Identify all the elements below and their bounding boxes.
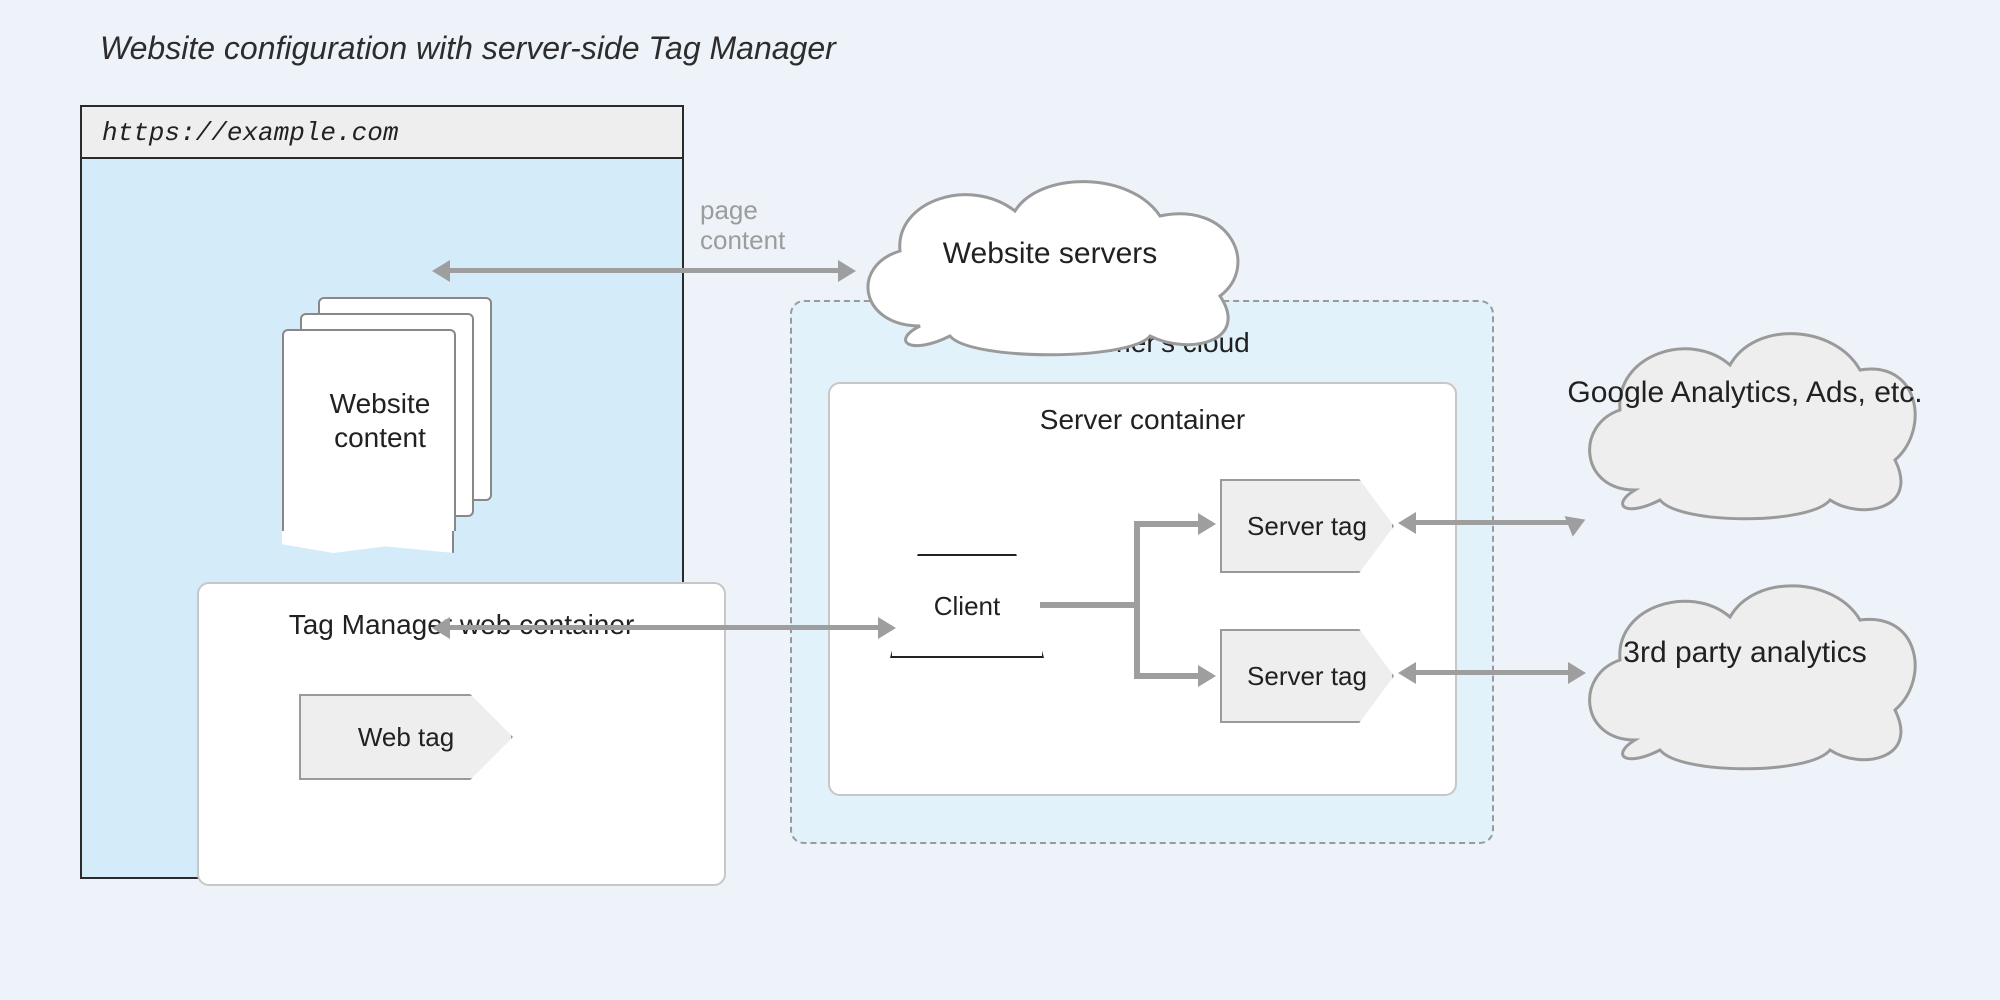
customer-cloud-box: Customer's cloud Server container Client…	[790, 300, 1494, 844]
google-analytics-cloud: Google Analytics, Ads, etc.	[1560, 310, 1930, 530]
arrowhead-icon	[1398, 512, 1416, 534]
arrowhead-icon	[1198, 513, 1216, 535]
website-servers-label: Website servers	[830, 236, 1270, 272]
server-container: Server container Client Server tag Serve…	[828, 382, 1457, 796]
web-tag-shape: Web tag	[299, 694, 513, 780]
browser-url: https://example.com	[82, 107, 682, 159]
server-tag-label-1: Server tag	[1247, 511, 1367, 541]
server-container-title: Server container	[830, 404, 1455, 436]
connector-line	[1134, 521, 1200, 527]
arrowhead-icon	[838, 260, 856, 282]
diagram-canvas: Website configuration with server-side T…	[0, 0, 2000, 1000]
website-content-label: Website content	[300, 387, 460, 455]
connector-line	[1134, 673, 1200, 679]
connector-line	[1040, 602, 1140, 608]
client-label: Client	[934, 591, 1000, 622]
connector-line	[1134, 524, 1140, 679]
arrowhead-icon	[432, 260, 450, 282]
browser-frame: https://example.com Website content Tag …	[80, 105, 684, 879]
arrowhead-icon	[1198, 665, 1216, 687]
arrowhead-icon	[878, 617, 896, 639]
arrowhead-icon	[1398, 662, 1416, 684]
third-party-cloud: 3rd party analytics	[1560, 565, 1930, 775]
connector-line	[450, 268, 840, 273]
connector-line	[1415, 670, 1570, 675]
client-shape: Client	[890, 554, 1044, 658]
server-tag-shape: Server tag	[1220, 479, 1394, 573]
cloud-icon	[1560, 310, 1930, 530]
arrowhead-icon	[432, 617, 450, 639]
web-tag-label: Web tag	[358, 722, 454, 752]
website-content-docs: Website content	[282, 297, 492, 547]
arrowhead-icon	[1568, 662, 1586, 684]
diagram-title: Website configuration with server-side T…	[100, 30, 836, 67]
connector-line	[450, 625, 880, 630]
server-tag-shape: Server tag	[1220, 629, 1394, 723]
website-servers-cloud: Website servers	[830, 156, 1270, 366]
server-tag-label-2: Server tag	[1247, 661, 1367, 691]
google-analytics-label: Google Analytics, Ads, etc.	[1560, 375, 1930, 411]
connector-line	[1415, 520, 1570, 525]
page-content-label: page content	[700, 195, 785, 255]
third-party-label: 3rd party analytics	[1560, 635, 1930, 671]
